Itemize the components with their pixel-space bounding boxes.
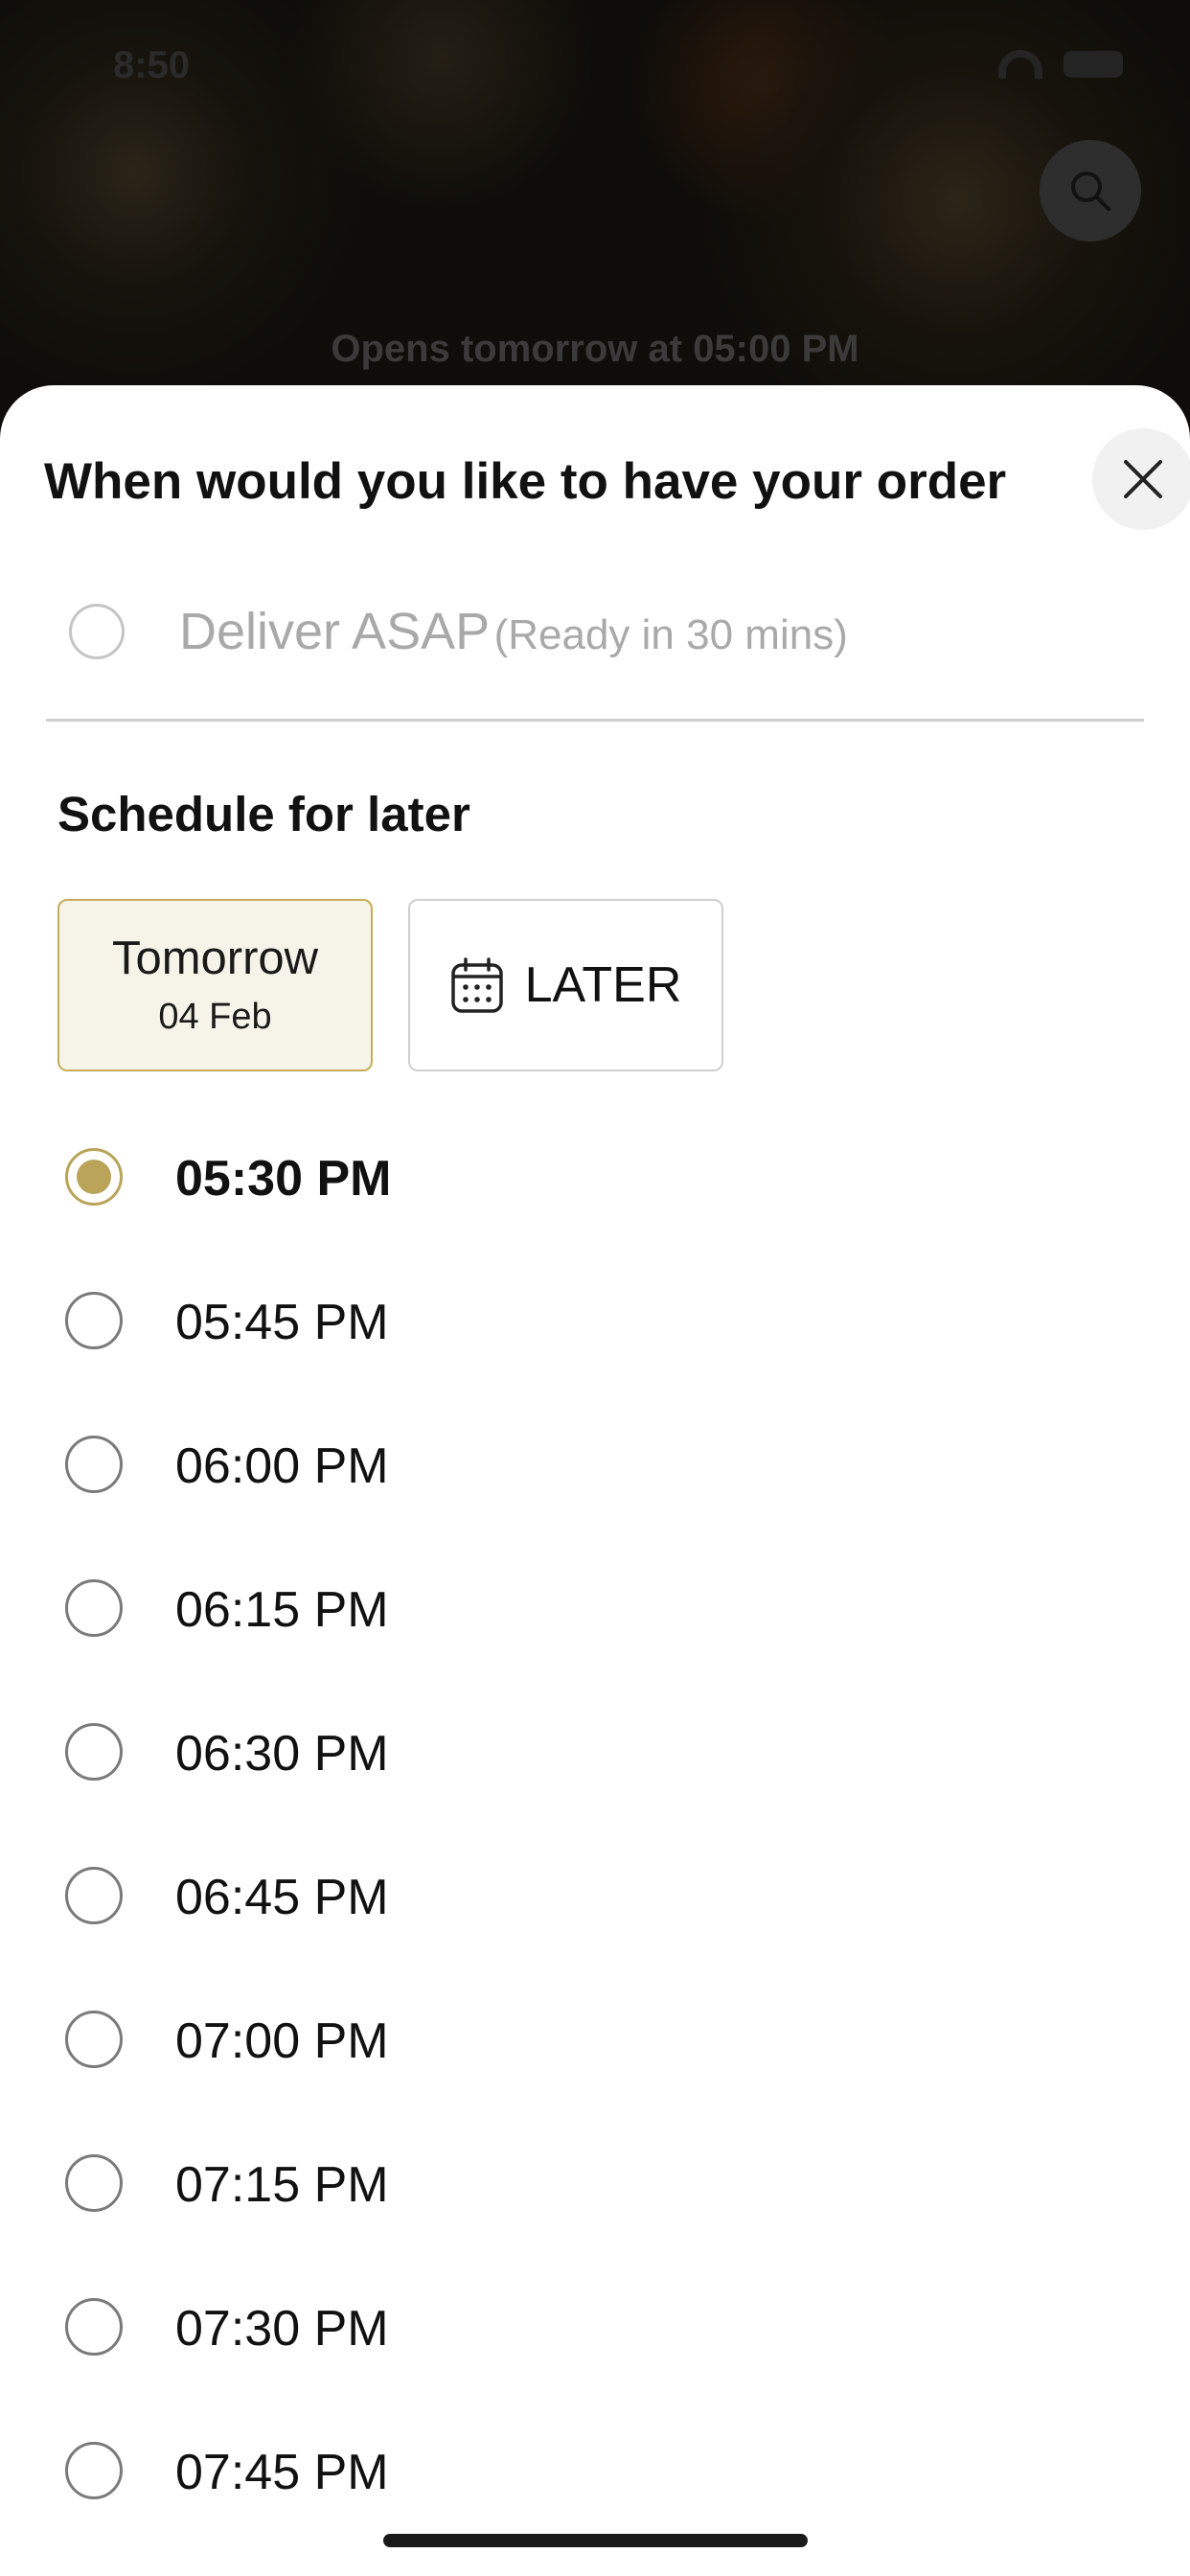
close-icon: [1124, 460, 1162, 498]
calendar-icon: [450, 957, 503, 1013]
time-slot-label: 06:15 PM: [175, 1582, 389, 1638]
asap-label: Deliver ASAP (Ready in 30 mins): [179, 602, 848, 661]
restaurant-header-background: 8:50 Opens tomorrow at 05:00 PM: [0, 0, 1190, 441]
time-slot-option[interactable]: 06:45 PM: [0, 1823, 1190, 1966]
search-icon: [1071, 172, 1110, 211]
home-indicator: [383, 2534, 808, 2547]
time-slot-radio-button[interactable]: [65, 1436, 123, 1493]
battery-icon: [1064, 51, 1123, 78]
time-slot-radio-button[interactable]: [65, 1292, 123, 1349]
status-bar-time: 8:50: [113, 44, 191, 86]
time-slot-option[interactable]: 06:30 PM: [0, 1679, 1190, 1823]
status-bar-icons: [998, 50, 1123, 79]
tomorrow-label: Tomorrow: [111, 932, 319, 984]
opens-tomorrow-text: Opens tomorrow at 05:00 PM: [331, 328, 859, 370]
time-slot-option[interactable]: 06:00 PM: [0, 1392, 1190, 1535]
tomorrow-date: 04 Feb: [158, 997, 272, 1037]
time-slot-radio-button[interactable]: [65, 1867, 123, 1924]
time-slot-option[interactable]: 07:45 PM: [0, 2398, 1190, 2542]
time-slot-option[interactable]: 05:45 PM: [0, 1248, 1190, 1392]
time-slot-label: 05:45 PM: [175, 1295, 389, 1350]
time-slot-label: 06:00 PM: [175, 1438, 389, 1494]
asap-ready-time: (Ready in 30 mins): [493, 611, 848, 658]
time-slot-label: 05:30 PM: [175, 1151, 392, 1207]
time-slot-radio-button[interactable]: [65, 1579, 123, 1637]
time-slot-label: 06:45 PM: [175, 1870, 389, 1925]
time-slot-option[interactable]: 07:30 PM: [0, 2254, 1190, 2398]
time-slot-label: 07:45 PM: [175, 2445, 389, 2500]
time-slot-list: 05:30 PM 05:45 PM 06:00 PM 06:15 PM 06:30 PM…: [0, 1104, 1190, 2542]
time-slot-label: 07:00 PM: [175, 2013, 389, 2069]
time-slot-label: 07:30 PM: [175, 2301, 389, 2357]
date-option-later[interactable]: LATER: [408, 899, 723, 1071]
time-slot-option[interactable]: 06:15 PM: [0, 1535, 1190, 1679]
wifi-icon: [998, 50, 1042, 79]
sheet-title: When would you like to have your order: [44, 453, 1007, 510]
divider: [46, 719, 1144, 722]
time-slot-option[interactable]: 05:30 PM: [0, 1104, 1190, 1248]
time-slot-label: 07:15 PM: [175, 2157, 389, 2213]
later-label: LATER: [524, 957, 682, 1013]
asap-main-label: Deliver ASAP: [179, 603, 491, 660]
schedule-later-heading: Schedule for later: [57, 787, 470, 841]
radio-selected-dot: [77, 1160, 111, 1194]
order-time-sheet: When would you like to have your order D…: [0, 385, 1190, 2576]
date-option-tomorrow[interactable]: Tomorrow 04 Feb: [57, 899, 373, 1071]
time-slot-radio-button[interactable]: [65, 2442, 123, 2499]
search-button[interactable]: [1040, 140, 1141, 242]
time-slot-radio-button[interactable]: [65, 1723, 123, 1781]
close-button[interactable]: [1092, 428, 1190, 530]
time-slot-label: 06:30 PM: [175, 1726, 389, 1782]
asap-radio-button[interactable]: [69, 604, 125, 659]
time-slot-radio-button[interactable]: [65, 1148, 123, 1206]
time-slot-option[interactable]: 07:15 PM: [0, 2110, 1190, 2254]
time-slot-radio-button[interactable]: [65, 2154, 123, 2212]
time-slot-radio-button[interactable]: [65, 2298, 123, 2356]
time-slot-radio-button[interactable]: [65, 2011, 123, 2068]
time-slot-option[interactable]: 07:00 PM: [0, 1966, 1190, 2110]
deliver-asap-option[interactable]: Deliver ASAP (Ready in 30 mins): [0, 577, 1190, 692]
